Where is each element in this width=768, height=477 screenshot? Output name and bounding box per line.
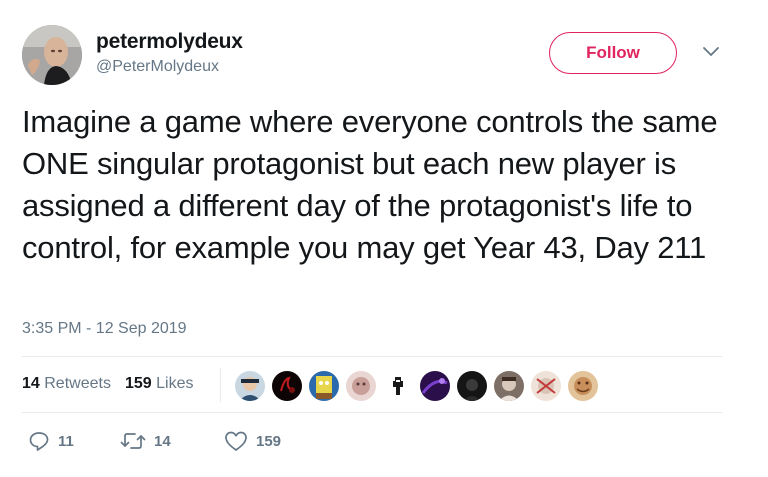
like-button[interactable]: 159 — [224, 430, 281, 452]
retweets-stat[interactable]: 14 Retweets — [22, 375, 111, 392]
author-handle[interactable]: @PeterMolydeux — [96, 58, 219, 76]
tweet-card: petermolydeux @PeterMolydeux Follow Imag… — [0, 0, 768, 477]
likes-count: 159 — [124, 375, 152, 392]
liker-avatar[interactable] — [530, 370, 562, 402]
liker-avatar[interactable] — [308, 370, 340, 402]
likes-stat[interactable]: 159 Likes — [125, 375, 194, 392]
heart-icon — [225, 431, 247, 451]
retweets-label: Retweets — [44, 375, 111, 392]
likes-label: Likes — [156, 375, 194, 392]
author-display-name[interactable]: petermolydeux — [96, 30, 243, 54]
liker-avatar[interactable] — [493, 370, 525, 402]
reply-count: 11 — [58, 432, 74, 450]
author-avatar[interactable] — [22, 25, 82, 85]
liker-avatar[interactable] — [456, 370, 488, 402]
liker-avatar[interactable] — [567, 370, 599, 402]
tweet-text: Imagine a game where everyone controls t… — [22, 104, 718, 265]
chevron-down-icon[interactable] — [702, 46, 720, 58]
divider — [22, 356, 722, 357]
divider — [22, 412, 722, 413]
follow-button[interactable]: Follow — [549, 32, 677, 74]
liker-avatar[interactable] — [271, 370, 303, 402]
retweet-count: 14 — [154, 432, 171, 450]
stats-separator — [220, 368, 221, 402]
retweet-icon — [120, 433, 146, 449]
reply-button[interactable]: 11 — [28, 430, 74, 452]
profile-photo-icon — [22, 25, 82, 85]
tweet-timestamp[interactable]: 3:35 PM - 12 Sep 2019 — [22, 320, 187, 338]
liker-avatar[interactable] — [382, 370, 414, 402]
liker-avatar[interactable] — [419, 370, 451, 402]
reply-icon — [29, 432, 49, 451]
tweet-stats: 14 Retweets 159 Likes — [22, 375, 193, 393]
retweet-button[interactable]: 14 — [120, 430, 171, 452]
retweets-count: 14 — [22, 375, 40, 392]
like-count: 159 — [256, 432, 282, 450]
liker-avatar[interactable] — [234, 370, 266, 402]
liker-avatar[interactable] — [345, 370, 377, 402]
